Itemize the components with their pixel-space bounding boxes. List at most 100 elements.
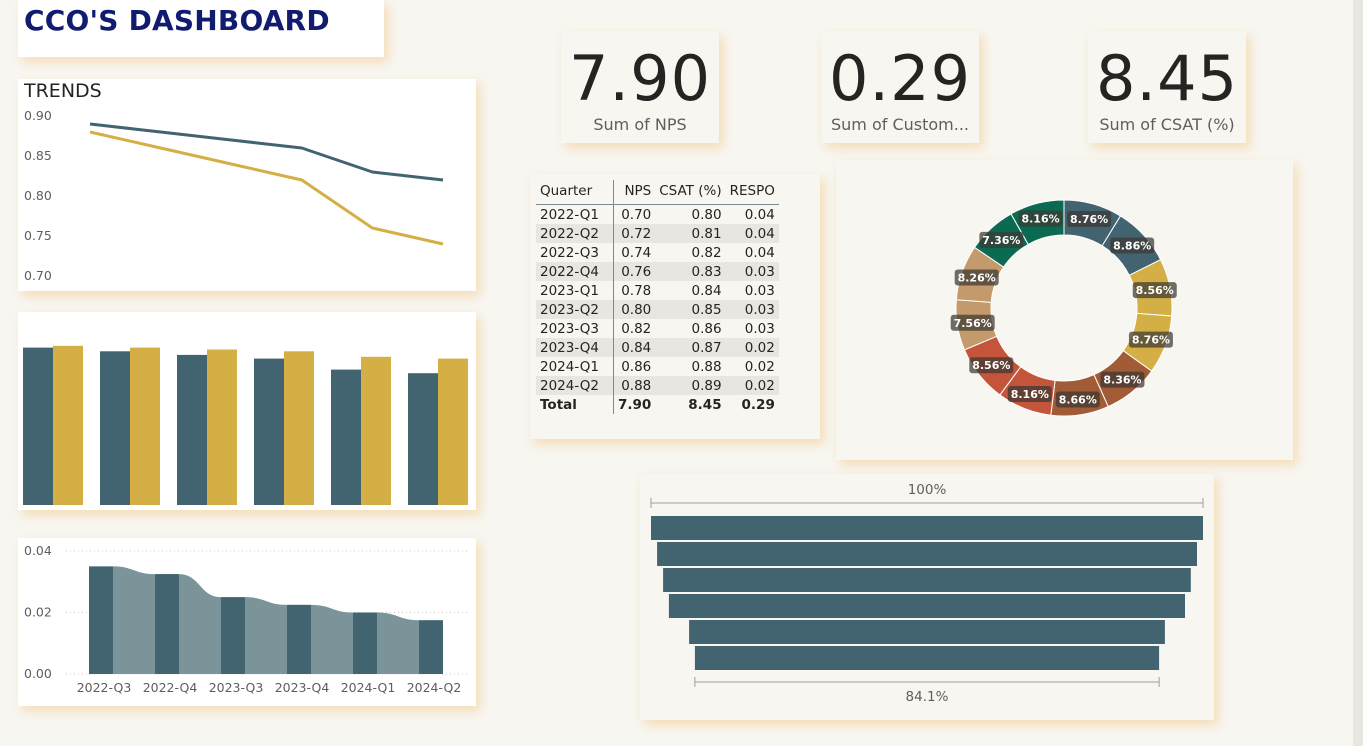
table-row[interactable]: 2023-Q1 0.78 0.84 0.03 [536,281,779,300]
bar[interactable] [207,349,237,506]
x-tick-label: 2022-Q3 [77,680,132,695]
cell-quarter: 2024-Q2 [536,376,614,395]
bar[interactable] [130,347,160,505]
ribbon-connector[interactable] [377,612,419,675]
table-row[interactable]: 2022-Q1 0.70 0.80 0.04 [536,204,779,224]
y-tick-label: 0.85 [24,148,52,163]
ribbon-bar[interactable] [419,620,443,674]
kpi-card-nps[interactable]: 7.90 Sum of NPS [561,31,719,143]
clustered-bar-chart[interactable] [18,312,476,510]
quarter-table-card[interactable]: Quarter NPS CSAT (%) RESPO 2022-Q1 0.70 0.… [530,174,820,439]
x-tick-label: 2023-Q4 [275,680,330,695]
ribbon-connector[interactable] [113,566,155,674]
cell-csat: 0.83 [655,262,726,281]
bar[interactable] [408,373,438,505]
slice-label: 8.16% [1021,213,1059,226]
bar[interactable] [361,356,391,505]
bar[interactable] [284,351,314,505]
ribbon-bar[interactable] [221,597,245,674]
funnel-bar[interactable] [694,646,1160,670]
ribbon-connector[interactable] [311,604,353,674]
table-row[interactable]: 2023-Q4 0.84 0.87 0.02 [536,338,779,357]
donut-chart-card[interactable]: 8.76% 8.86% 8.56% 8.76% 8.36% 8.66% 8.16% 8.56%… [836,160,1293,460]
funnel-chart[interactable]: 100% 84.1% [640,474,1214,720]
funnel-bar[interactable] [657,542,1197,566]
cell-respo: 0.03 [725,300,779,319]
cell-respo: 0.02 [725,376,779,395]
bar[interactable] [23,347,53,505]
cell-respo: 0.03 [744,282,775,299]
ribbon-connector[interactable] [179,574,221,674]
cell-nps: 0.88 [613,376,656,395]
kpi-label-nps: Sum of NPS [593,115,687,134]
slice-label: 8.36% [1103,374,1141,387]
ribbon-bar[interactable] [353,612,377,675]
cell-respo: 0.04 [725,224,779,243]
cell-quarter: 2023-Q1 [536,281,614,300]
trend-line-1[interactable] [89,130,444,246]
funnel-top-label: 100% [908,482,947,498]
cell-csat: 0.88 [691,358,722,375]
cell-csat: 0.80 [691,206,722,223]
funnel-bar[interactable] [689,620,1165,644]
cell-csat: 0.86 [691,320,722,337]
funnel-bar[interactable] [651,516,1203,540]
quarter-table[interactable]: Quarter NPS CSAT (%) RESPO 2022-Q1 0.70 0.… [536,180,779,414]
ribbon-chart[interactable]: 0.04 0.02 0.00 2022-Q3 2022-Q4 2023-Q3 2023-Q4… [18,538,476,706]
table-row[interactable]: 2023-Q3 0.82 0.86 0.03 [536,319,779,338]
table-row[interactable]: 2024-Q2 0.88 0.89 0.02 [536,376,779,395]
cell-respo: 0.02 [744,358,775,375]
total-nps: 7.90 [617,396,652,413]
bar[interactable] [100,351,130,505]
ribbon-bar[interactable] [89,566,113,674]
cell-quarter: 2022-Q2 [536,224,614,243]
bar[interactable] [254,358,284,505]
ribbon-bar[interactable] [155,574,179,674]
cell-nps: 0.74 [621,244,652,261]
cell-nps: 0.76 [613,262,656,281]
cell-csat: 0.81 [655,224,726,243]
total-label: Total [536,395,614,414]
total-csat: 8.45 [688,396,722,413]
bar[interactable] [438,358,468,505]
trends-line-chart[interactable]: 0.90 0.85 0.80 0.75 0.70 [18,79,476,291]
cell-quarter: 2022-Q4 [536,262,614,281]
cell-respo: 0.03 [725,262,779,281]
table-row[interactable]: 2023-Q2 0.80 0.85 0.03 [536,300,779,319]
bar[interactable] [177,354,207,505]
trends-chart-card[interactable]: TRENDS 0.90 0.85 0.80 0.75 0.70 [18,79,476,291]
column-header-csat[interactable]: CSAT (%) [655,180,726,205]
x-tick-label: 2022-Q4 [143,680,198,695]
slice-label: 8.56% [972,359,1010,372]
column-header-nps[interactable]: NPS [613,180,656,205]
kpi-value-customer: 0.29 [828,42,972,115]
table-row[interactable]: 2024-Q1 0.86 0.88 0.02 [536,357,779,376]
table-row[interactable]: 2022-Q4 0.76 0.83 0.03 [536,262,779,281]
kpi-label-customer: Sum of Custom... [830,115,970,134]
column-header-respo[interactable]: RESPO [725,180,779,205]
slice-label: 8.86% [1113,239,1151,252]
kpi-card-customer[interactable]: 0.29 Sum of Custom... [821,31,979,143]
kpi-value-csat: 8.45 [1095,42,1239,115]
slice-label: 8.76% [1132,334,1170,347]
cell-respo: 0.04 [744,206,775,223]
cell-quarter: 2023-Q4 [536,338,614,357]
bar[interactable] [53,345,83,505]
x-tick-label: 2024-Q1 [341,680,396,695]
funnel-chart-card[interactable]: 100% 84.1% [640,474,1214,720]
cell-nps: 0.86 [621,358,652,375]
cell-csat: 0.85 [655,300,726,319]
funnel-bar[interactable] [668,594,1185,618]
table-row[interactable]: 2022-Q3 0.74 0.82 0.04 [536,243,779,262]
kpi-card-csat[interactable]: 8.45 Sum of CSAT (%) [1088,31,1246,143]
donut-chart[interactable]: 8.76% 8.86% 8.56% 8.76% 8.36% 8.66% 8.16% 8.56%… [836,160,1293,460]
table-row[interactable]: 2022-Q2 0.72 0.81 0.04 [536,224,779,243]
column-header-quarter[interactable]: Quarter [536,180,614,205]
bar[interactable] [331,369,361,505]
clustered-bar-chart-card[interactable] [18,312,476,510]
ribbon-bar[interactable] [287,604,311,674]
ribbon-chart-card[interactable]: 0.04 0.02 0.00 2022-Q3 2022-Q4 2023-Q3 2023-Q4… [18,538,476,706]
table-total-row: Total 7.90 8.45 0.29 [536,395,779,414]
ribbon-connector[interactable] [245,597,287,674]
funnel-bar[interactable] [663,568,1191,592]
